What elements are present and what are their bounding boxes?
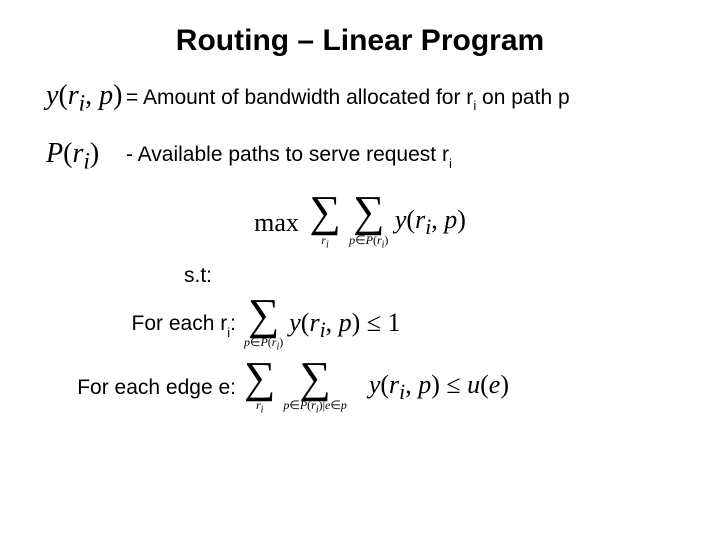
subject-to-label: s.t: <box>184 264 674 288</box>
objective-term: y(ri, p) <box>395 205 466 240</box>
y-description: = Amount of bandwidth allocated for ri o… <box>126 86 570 112</box>
sum-over-ri-icon: ∑ ri <box>309 195 340 250</box>
slide-title: Routing – Linear Program <box>46 24 674 58</box>
definition-p: P(ri) - Available paths to serve request… <box>46 138 674 176</box>
y-symbol: y(ri, p) <box>46 80 126 118</box>
max-label: max <box>254 208 299 238</box>
p-symbol: P(ri) <box>46 138 126 176</box>
definition-y: y(ri, p) = Amount of bandwidth allocated… <box>46 80 674 118</box>
slide: Routing – Linear Program y(ri, p) = Amou… <box>0 0 720 540</box>
constraint-request-label: For each ri: <box>46 312 242 338</box>
sum-over-ri-icon: ∑ ri <box>244 361 275 416</box>
constraint-edge: For each edge e: ∑ ri ∑ p∈P(ri)|e∈p y(ri… <box>46 361 674 416</box>
sum-icon: ∑ p∈P(ri) <box>244 298 283 353</box>
constraint-edge-expr: ∑ ri ∑ p∈P(ri)|e∈p y(ri, p) ≤ u(e) <box>242 361 674 416</box>
constraint-request: For each ri: ∑ p∈P(ri) y(ri, p) ≤ 1 <box>46 298 674 353</box>
sum-over-p-edge-icon: ∑ p∈P(ri)|e∈p <box>283 361 346 416</box>
sum-over-p-icon: ∑ p∈P(ri) <box>349 195 388 250</box>
constraint-edge-label: For each edge e: <box>46 376 242 400</box>
constraint-request-expr: ∑ p∈P(ri) y(ri, p) ≤ 1 <box>242 298 674 353</box>
objective-expression: max ∑ ri ∑ p∈P(ri) y(ri, p) <box>46 195 674 250</box>
p-description: - Available paths to serve request ri <box>126 143 452 169</box>
